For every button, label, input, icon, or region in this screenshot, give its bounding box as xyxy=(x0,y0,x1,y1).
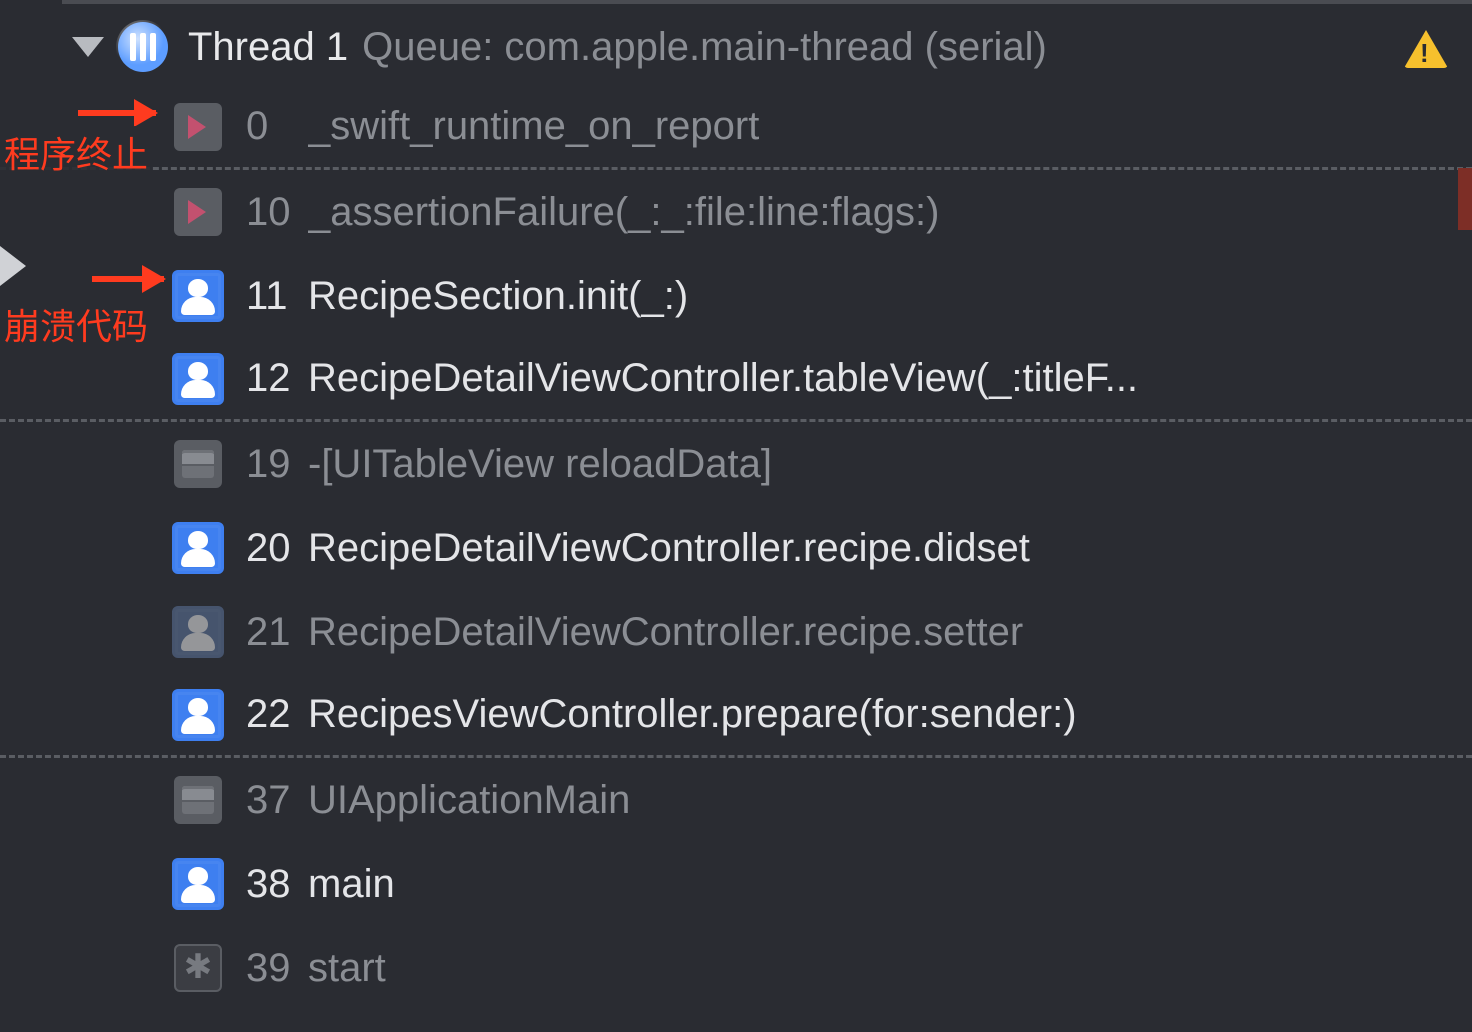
annotation-program-terminated: 程序终止 xyxy=(0,126,152,178)
runtime-icon xyxy=(174,188,222,236)
frame-label: RecipeDetailViewController.recipe.setter xyxy=(308,610,1023,655)
thread-queue-label: Queue: com.apple.main-thread (serial) xyxy=(362,25,1047,70)
stack-frame[interactable]: 37 UIApplicationMain xyxy=(0,758,1472,842)
error-marker xyxy=(1458,168,1472,230)
frame-number: 38 xyxy=(246,862,294,907)
frame-label: main xyxy=(308,862,395,907)
warning-icon xyxy=(1404,30,1448,68)
thread-icon xyxy=(118,22,168,72)
user-code-icon xyxy=(172,522,224,574)
frame-number: 19 xyxy=(246,442,294,487)
stack-frame[interactable]: 39 start xyxy=(0,926,1472,1010)
frame-label: RecipeSection.init(_:) xyxy=(308,274,688,319)
frame-number: 22 xyxy=(246,692,294,737)
user-code-icon xyxy=(172,858,224,910)
frame-number: 37 xyxy=(246,778,294,823)
arrow-icon xyxy=(92,276,164,282)
annotation-crash-code: 崩溃代码 xyxy=(0,298,152,350)
selection-caret-icon xyxy=(0,246,26,286)
frame-label: UIApplicationMain xyxy=(308,778,630,823)
stack-frame[interactable]: 21 RecipeDetailViewController.recipe.set… xyxy=(0,590,1472,674)
separator xyxy=(62,0,1472,4)
frame-label: start xyxy=(308,946,386,991)
frame-number: 12 xyxy=(246,356,294,401)
thread-title: Thread 1 xyxy=(188,25,348,70)
frame-label: RecipeDetailViewController.recipe.didset xyxy=(308,526,1030,571)
stack-frame[interactable]: 38 main xyxy=(0,842,1472,926)
frame-label: _assertionFailure(_:_:file:line:flags:) xyxy=(308,190,939,235)
stack-frame[interactable]: 0 _swift_runtime_on_report xyxy=(0,86,1472,170)
frame-number: 0 xyxy=(246,104,294,149)
frame-label: -[UITableView reloadData] xyxy=(308,442,772,487)
stack-frame[interactable]: 12 RecipeDetailViewController.tableView(… xyxy=(0,338,1472,422)
stack-frame-list: 0 _swift_runtime_on_report 10 _assertion… xyxy=(0,86,1472,1010)
debug-navigator: Thread 1 Queue: com.apple.main-thread (s… xyxy=(0,0,1472,1032)
thread-header[interactable]: Thread 1 Queue: com.apple.main-thread (s… xyxy=(0,8,1472,86)
stack-frame[interactable]: 22 RecipesViewController.prepare(for:sen… xyxy=(0,674,1472,758)
frame-label: RecipesViewController.prepare(for:sender… xyxy=(308,692,1077,737)
user-code-icon xyxy=(172,353,224,405)
stack-frame[interactable]: 11 RecipeSection.init(_:) xyxy=(0,254,1472,338)
frame-number: 20 xyxy=(246,526,294,571)
framework-icon xyxy=(174,776,222,824)
disclosure-triangle-icon[interactable] xyxy=(72,37,104,57)
frame-number: 11 xyxy=(246,274,294,319)
frame-label: RecipeDetailViewController.tableView(_:t… xyxy=(308,356,1138,401)
stack-frame[interactable]: 10 _assertionFailure(_:_:file:line:flags… xyxy=(0,170,1472,254)
frame-number: 39 xyxy=(246,946,294,991)
stack-frame[interactable]: 19 -[UITableView reloadData] xyxy=(0,422,1472,506)
frame-number: 10 xyxy=(246,190,294,235)
user-code-icon xyxy=(172,606,224,658)
runtime-icon xyxy=(174,103,222,151)
stack-frame[interactable]: 20 RecipeDetailViewController.recipe.did… xyxy=(0,506,1472,590)
frame-label: _swift_runtime_on_report xyxy=(308,104,759,149)
frame-number: 21 xyxy=(246,610,294,655)
gear-icon xyxy=(174,944,222,992)
framework-icon xyxy=(174,440,222,488)
user-code-icon xyxy=(172,270,224,322)
user-code-icon xyxy=(172,689,224,741)
arrow-icon xyxy=(78,110,156,116)
